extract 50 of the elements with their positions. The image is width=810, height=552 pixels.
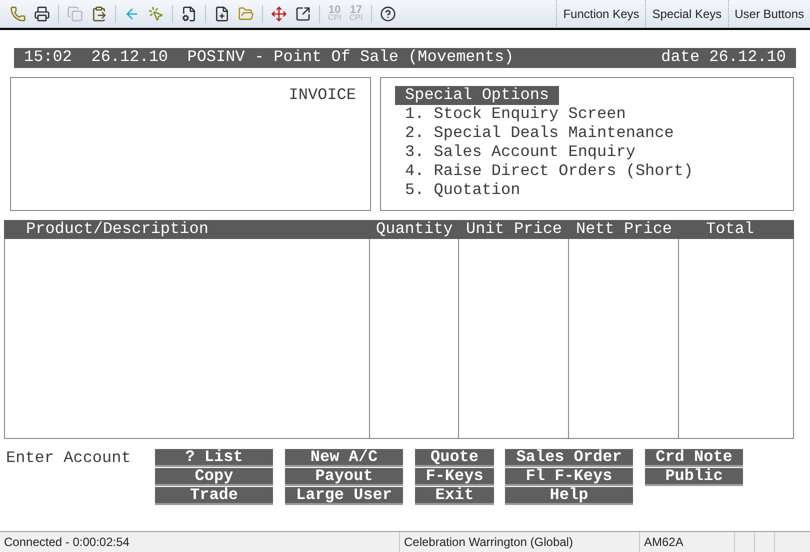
printer-icon (34, 6, 50, 22)
function-button[interactable]: New A/C (285, 449, 403, 467)
column-header: Quantity (375, 220, 454, 239)
telephone-icon (10, 6, 26, 22)
function-button[interactable]: Sales Order (505, 449, 633, 467)
toolbar-tab[interactable]: Function Keys (556, 0, 646, 27)
special-option[interactable]: 2. Special Deals Maintenance (395, 124, 674, 143)
function-button[interactable]: Copy (155, 468, 273, 486)
invoice-title: INVOICE (288, 86, 356, 105)
special-options-title: Special Options (395, 86, 560, 105)
header-title: 15:02 26.12.10 POSINV - Point Of Sale (Movements) (24, 48, 514, 68)
pointer-icon (148, 6, 164, 22)
function-button[interactable]: Large User (285, 487, 403, 505)
header-date: date 26.12.10 (661, 48, 786, 68)
status-cell: Connected - 0:00:02:54 (0, 532, 400, 552)
telephone-button[interactable] (8, 4, 28, 24)
window-arrow-icon (295, 6, 311, 22)
move-arrows-icon (271, 6, 287, 22)
column-header: Unit Price (465, 220, 564, 239)
column-header: Nett Price (575, 220, 674, 239)
special-option[interactable]: 5. Quotation (395, 181, 520, 200)
function-button[interactable]: ? List (155, 449, 273, 467)
function-button[interactable]: Fl F-Keys (505, 468, 633, 486)
function-button[interactable]: Crd Note (645, 449, 743, 467)
function-button[interactable]: Exit (415, 487, 494, 505)
column-header: Product/Description (25, 220, 210, 239)
column-header: Total (705, 220, 756, 239)
function-button[interactable]: Quote (415, 449, 494, 467)
move-arrows-button[interactable] (269, 4, 289, 24)
printer-button[interactable] (32, 4, 52, 24)
function-button[interactable]: Trade (155, 487, 273, 505)
copy-icon (67, 6, 83, 22)
toolbar-tab[interactable]: User Buttons (728, 0, 810, 27)
toolbar-tab[interactable]: Special Keys (645, 0, 728, 27)
function-button[interactable]: Payout (285, 468, 403, 486)
function-button[interactable]: Help (505, 487, 633, 505)
status-cell: Celebration Warrington (Global) (400, 532, 640, 552)
new-document-icon (214, 6, 230, 22)
status-cell: AM62A (640, 532, 735, 552)
paste-icon (91, 6, 107, 22)
help-button[interactable] (378, 4, 398, 24)
special-option[interactable]: 3. Sales Account Enquiry (395, 143, 636, 162)
help-icon (380, 6, 396, 22)
folder-icon (238, 6, 254, 22)
function-button[interactable]: F-Keys (415, 468, 494, 486)
function-button[interactable]: Public (645, 468, 743, 486)
document-gear-icon (181, 6, 197, 22)
prompt-label: Enter Account (6, 449, 132, 469)
special-option[interactable]: 1. Stock Enquiry Screen (395, 105, 626, 124)
special-option[interactable]: 4. Raise Direct Orders (Short) (395, 162, 694, 181)
